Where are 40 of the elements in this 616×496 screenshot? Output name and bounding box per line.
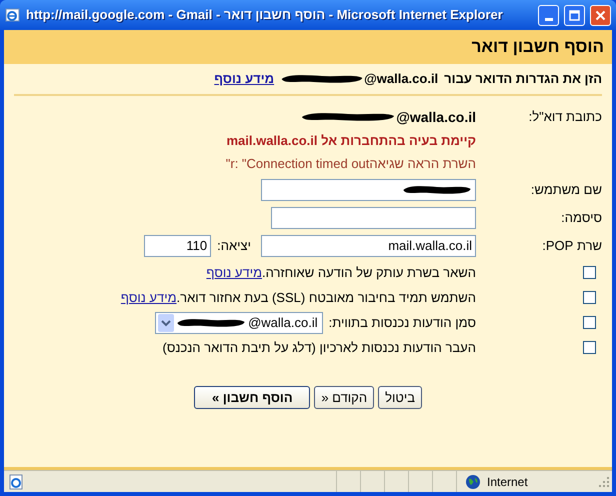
checkbox[interactable] bbox=[583, 316, 596, 329]
checkbox[interactable] bbox=[583, 341, 596, 354]
maximize-button[interactable] bbox=[564, 4, 585, 26]
more-info-link[interactable]: מידע נוסף bbox=[206, 264, 262, 280]
error-title: קיימת בעיה בהתחברות אל mail.walla.co.il bbox=[226, 132, 476, 150]
close-icon bbox=[595, 10, 606, 20]
window-title: http://mail.google.com - Gmail - הוסף חשבון דואר - Microsoft Internet Explorer bbox=[26, 6, 504, 24]
label-dropdown[interactable]: @walla.co.il bbox=[154, 312, 323, 334]
dialog-button[interactable]: הוסף חשבון » bbox=[194, 386, 310, 409]
minimize-button[interactable] bbox=[538, 4, 559, 26]
close-button[interactable] bbox=[590, 4, 611, 26]
checkbox[interactable] bbox=[583, 291, 596, 304]
field-label: כתובת דוא"ל: bbox=[528, 109, 602, 124]
globe-icon bbox=[465, 474, 481, 490]
more-info-link[interactable]: מידע נוסף bbox=[214, 69, 274, 89]
field-label: סיסמה: bbox=[561, 210, 602, 226]
field-label: יציאה: bbox=[217, 237, 251, 256]
option-text: השתמש תמיד בחיבור מאובטח (SSL) בעת אחזור דואר.מידע נוסף bbox=[120, 288, 476, 307]
error-detail: השרת הראה שגיאהr: "Connection timed out" bbox=[226, 155, 476, 174]
checkbox[interactable] bbox=[583, 266, 596, 279]
zone-label: Internet bbox=[487, 474, 528, 490]
field-label: שם משתמש: bbox=[530, 182, 602, 198]
text-field[interactable] bbox=[271, 207, 476, 229]
text-field[interactable]: 110 bbox=[144, 235, 212, 257]
intro-text: הזן את הגדרות הדואר עבור bbox=[444, 70, 602, 88]
option-text: השאר בשרת עותק של הודעה שאוחזרה.מידע נוסף bbox=[206, 264, 476, 282]
field-label: שרת POP: bbox=[542, 238, 602, 254]
dialog-title: הוסף חשבון דואר bbox=[472, 36, 604, 58]
dialog-button[interactable]: ביטול bbox=[378, 386, 422, 409]
minimize-icon bbox=[544, 18, 552, 20]
option-text: העבר הודעות נכנסות לארכיון (דלג על תיבת הדואר הנכנס) bbox=[162, 338, 476, 357]
dialog-button[interactable]: הקודם « bbox=[314, 386, 374, 409]
email-address: @walla.co.il bbox=[364, 70, 438, 88]
text-field[interactable] bbox=[261, 179, 476, 201]
email-address: @walla.co.il bbox=[396, 108, 476, 126]
resize-grip-icon[interactable] bbox=[598, 476, 610, 488]
maximize-icon bbox=[569, 10, 580, 20]
option-text: סמן הודעות נכנסות בתווית: bbox=[328, 314, 476, 332]
more-info-link[interactable]: מידע נוסף bbox=[120, 290, 177, 305]
text-field[interactable]: mail.walla.co.il bbox=[261, 235, 476, 257]
